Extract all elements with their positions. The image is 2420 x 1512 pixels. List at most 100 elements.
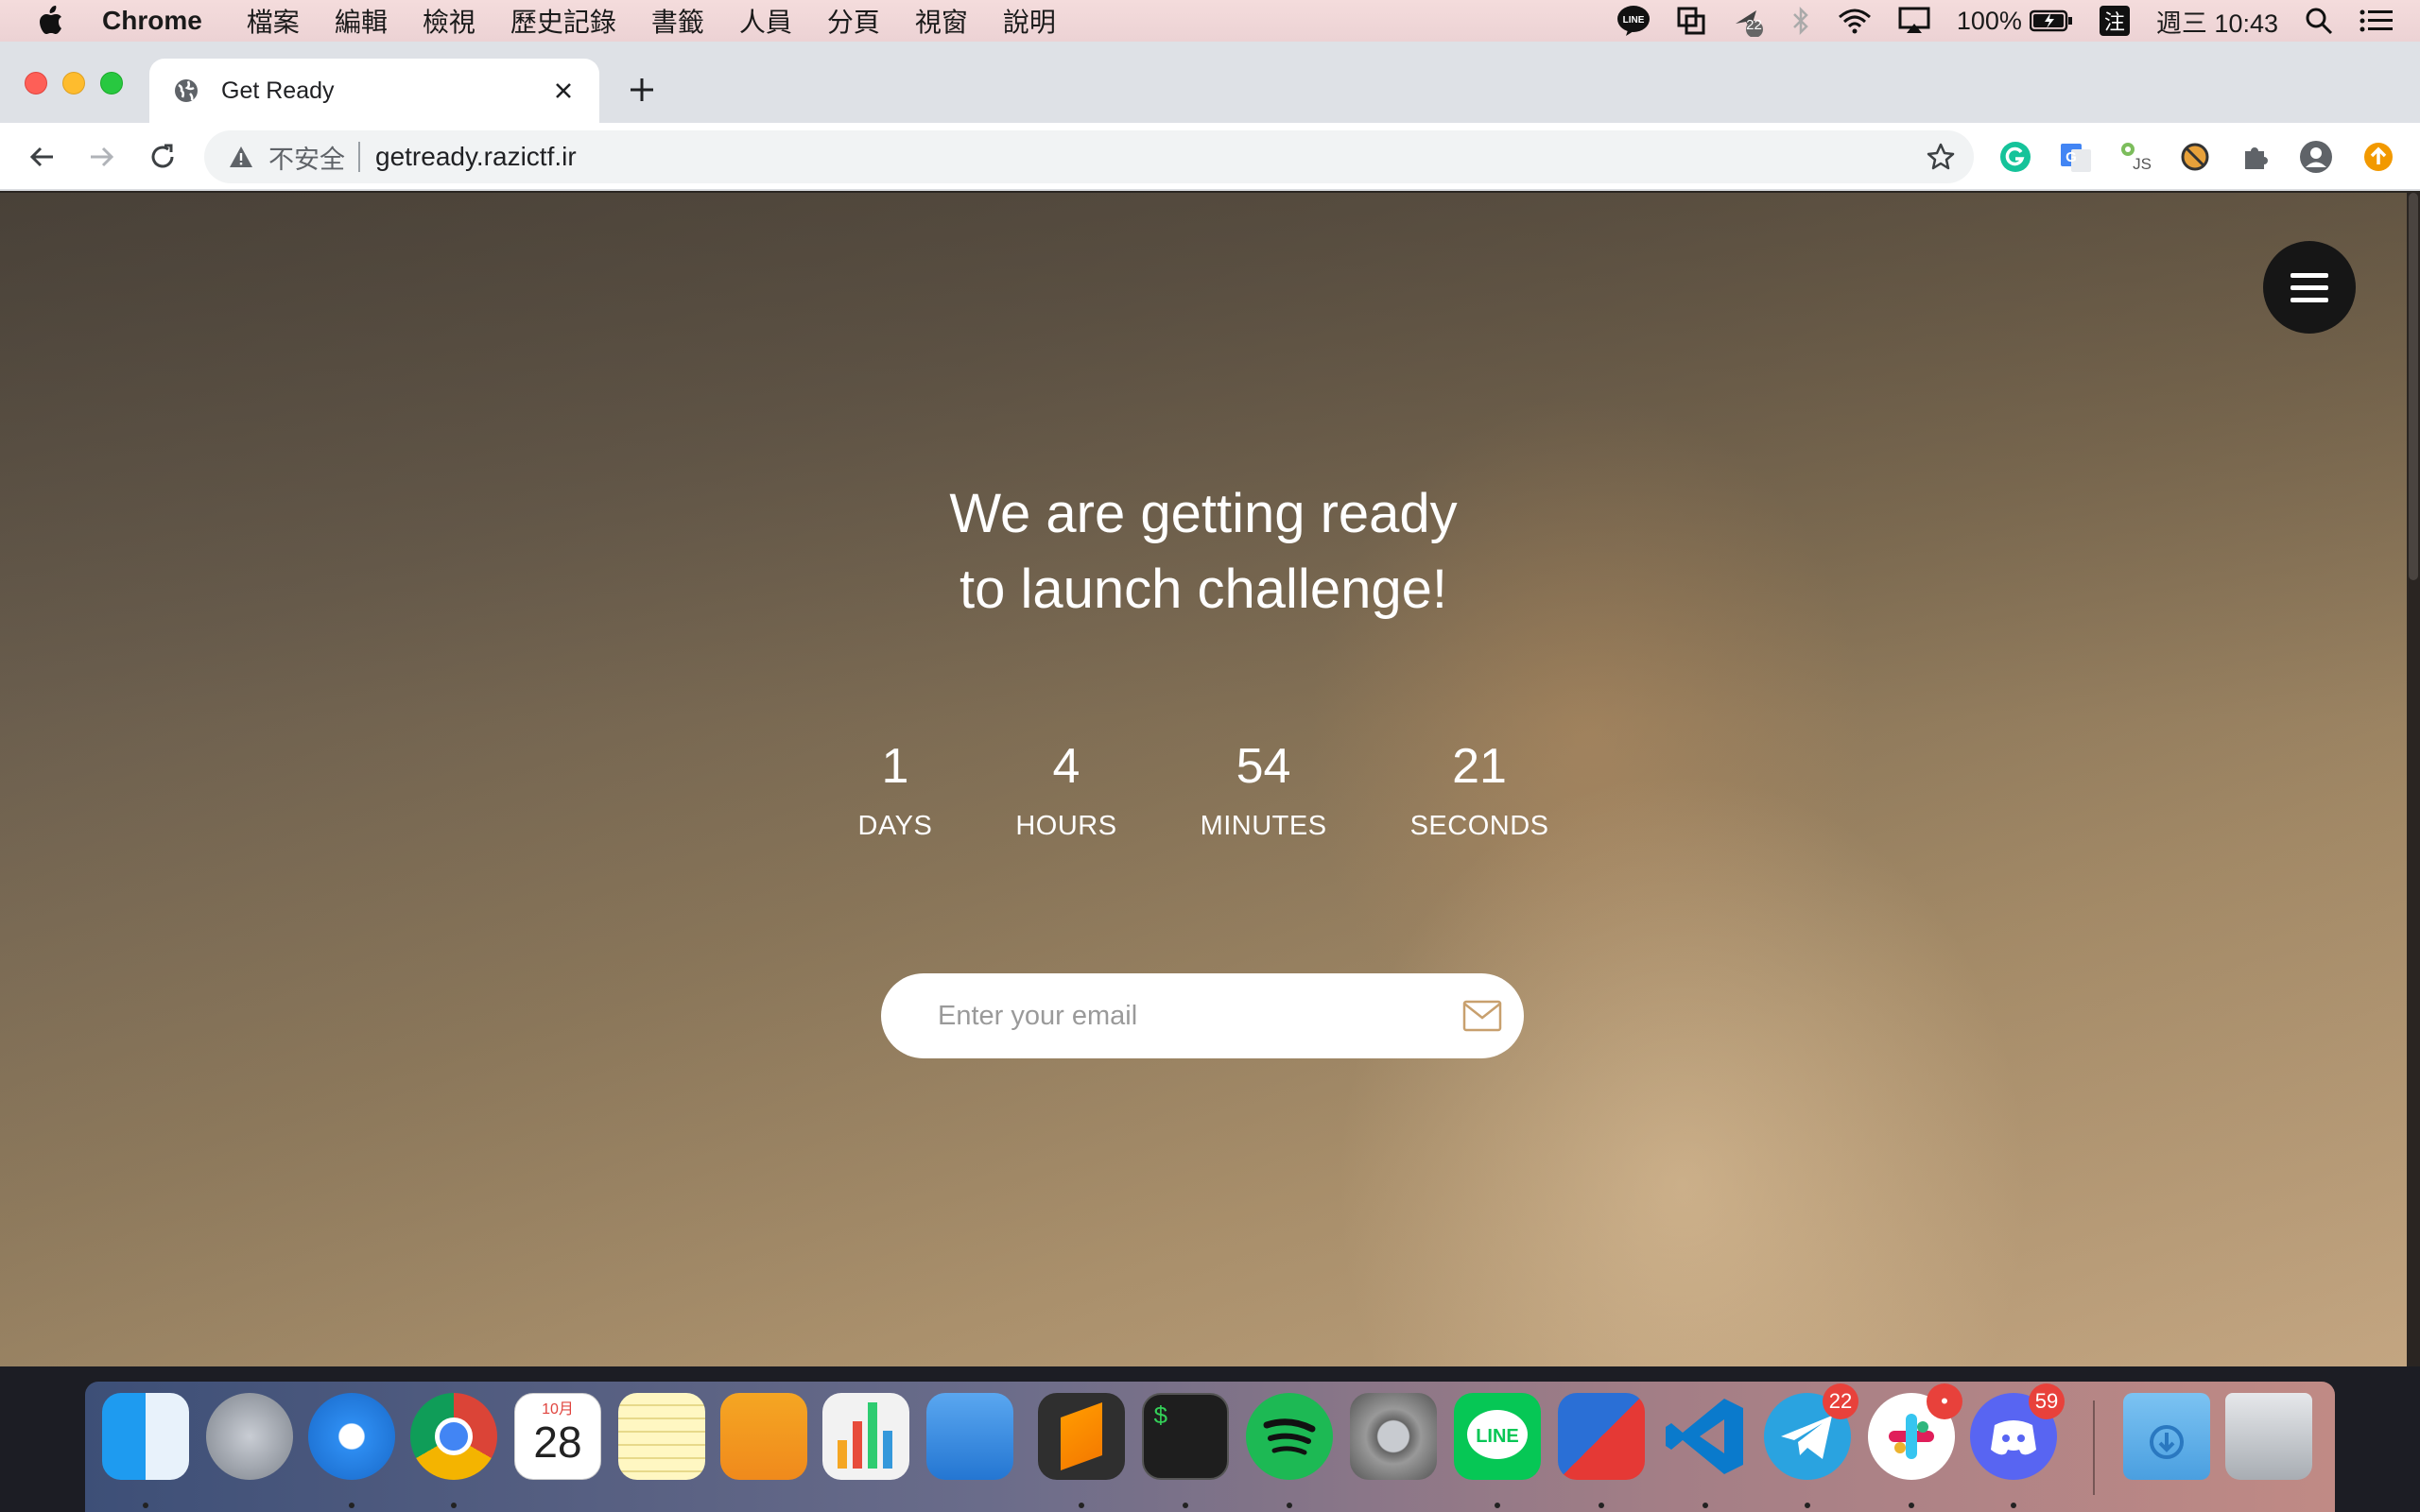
- notes-icon[interactable]: [618, 1393, 705, 1480]
- envelope-submit-icon[interactable]: [1461, 996, 1503, 1036]
- page-headline: We are getting ready to launch challenge…: [0, 476, 2407, 627]
- spotlight-search-icon[interactable]: [2305, 7, 2333, 35]
- tab-get-ready[interactable]: Get Ready: [149, 59, 599, 123]
- svg-text:JS: JS: [2133, 155, 2152, 173]
- screen-share-icon[interactable]: [1677, 7, 1705, 35]
- slack-icon[interactable]: •: [1868, 1383, 1962, 1480]
- wifi-icon[interactable]: [1838, 8, 1872, 34]
- keynote-icon[interactable]: [926, 1393, 1013, 1480]
- menu-view[interactable]: 檢視: [423, 2, 475, 40]
- calendar-month: 10月: [542, 1401, 574, 1418]
- system-preferences-icon[interactable]: [1350, 1393, 1437, 1480]
- countdown-days: 1 DAYS: [858, 733, 933, 842]
- notification-tray-icon[interactable]: 22: [1732, 5, 1764, 37]
- airplay-icon[interactable]: [1898, 7, 1930, 35]
- vmware-icon[interactable]: [1558, 1393, 1645, 1480]
- js-toggle-extension-icon[interactable]: JS: [2118, 138, 2155, 176]
- menu-app-name[interactable]: Chrome: [102, 6, 202, 36]
- email-input[interactable]: [936, 999, 1427, 1033]
- countdown-seconds-label: SECONDS: [1409, 811, 1549, 841]
- dock: 10月 28 $ LINE 22 • 59: [85, 1382, 2335, 1512]
- menu-file[interactable]: 檔案: [247, 2, 300, 40]
- globe-icon: [172, 77, 200, 105]
- discord-running-dot: [2011, 1503, 2016, 1508]
- chrome-icon[interactable]: [410, 1393, 497, 1480]
- discord-icon[interactable]: 59: [1970, 1383, 2065, 1480]
- vmware-running-dot: [1599, 1503, 1604, 1508]
- address-bar[interactable]: 不安全 getready.razictf.ir: [204, 130, 1974, 183]
- menu-people[interactable]: 人員: [739, 2, 792, 40]
- menu-help[interactable]: 說明: [1003, 2, 1056, 40]
- dock-separator: [2093, 1400, 2095, 1495]
- bookmark-star-icon[interactable]: [1925, 141, 1957, 173]
- menubar-clock[interactable]: 週三 10:43: [2156, 3, 2278, 40]
- window-close-button[interactable]: [25, 72, 47, 94]
- headline-line-1: We are getting ready: [949, 483, 1458, 544]
- url-text[interactable]: getready.razictf.ir: [375, 142, 577, 172]
- subscribe-form: [881, 973, 1524, 1058]
- downloads-folder-icon[interactable]: [2123, 1393, 2210, 1480]
- forward-button[interactable]: [83, 138, 121, 176]
- scrollbar-thumb[interactable]: [2409, 193, 2418, 580]
- desktop-strip: 10月 28 $ LINE 22 • 59: [0, 1366, 2420, 1512]
- countdown-minutes: 54 MINUTES: [1201, 733, 1327, 842]
- hamburger-line: [2290, 284, 2328, 290]
- countdown-minutes-label: MINUTES: [1200, 811, 1327, 841]
- window-zoom-button[interactable]: [100, 72, 123, 94]
- terminal-icon[interactable]: $: [1142, 1393, 1229, 1480]
- sublime-text-icon[interactable]: [1038, 1393, 1125, 1480]
- security-label[interactable]: 不安全: [268, 139, 345, 176]
- countdown-hours: 4 HOURS: [1015, 733, 1116, 842]
- bluetooth-icon[interactable]: [1790, 6, 1811, 36]
- slack-running-dot: [1909, 1503, 1914, 1508]
- spotify-icon[interactable]: [1246, 1393, 1333, 1480]
- svg-text:G: G: [2066, 149, 2077, 165]
- reload-button[interactable]: [144, 138, 182, 176]
- landing-page: We are getting ready to launch challenge…: [0, 193, 2407, 1366]
- countdown-seconds: 21 SECONDS: [1410, 733, 1549, 842]
- calendar-day: 28: [533, 1418, 582, 1467]
- update-chrome-icon[interactable]: [2360, 138, 2397, 176]
- battery-percent: 100%: [1956, 6, 2022, 35]
- countdown-timer: 1 DAYS 4 HOURS 54 MINUTES 21 SECONDS: [0, 733, 2407, 842]
- menu-tab[interactable]: 分頁: [827, 2, 880, 40]
- numbers-icon[interactable]: [822, 1393, 909, 1480]
- menu-bookmarks[interactable]: 書籤: [651, 2, 704, 40]
- new-tab-button[interactable]: [622, 70, 662, 110]
- google-translate-extension-icon[interactable]: G: [2057, 138, 2095, 176]
- menu-window[interactable]: 視窗: [915, 2, 968, 40]
- battery-icon[interactable]: [2029, 9, 2073, 32]
- calendar-icon[interactable]: 10月 28: [514, 1393, 601, 1480]
- pages-icon[interactable]: [720, 1393, 807, 1480]
- finder-icon[interactable]: [102, 1393, 189, 1480]
- telegram-icon[interactable]: 22: [1764, 1383, 1858, 1480]
- safari-icon[interactable]: [308, 1393, 395, 1480]
- back-button[interactable]: [23, 138, 60, 176]
- window-minimize-button[interactable]: [62, 72, 85, 94]
- hamburger-line: [2290, 272, 2328, 278]
- not-secure-warning-icon[interactable]: [227, 143, 255, 171]
- countdown-days-value: 1: [881, 739, 909, 794]
- launchpad-icon[interactable]: [206, 1393, 293, 1480]
- headline-line-2: to launch challenge!: [959, 558, 1447, 620]
- grammarly-extension-icon[interactable]: [1996, 138, 2034, 176]
- line-app-icon[interactable]: LINE: [1454, 1393, 1541, 1480]
- trash-icon[interactable]: [2225, 1393, 2312, 1480]
- countdown-minutes-value: 54: [1236, 739, 1291, 794]
- extensions-puzzle-icon[interactable]: [2237, 138, 2274, 176]
- page-scrollbar[interactable]: [2407, 193, 2420, 1366]
- notification-center-icon[interactable]: [2360, 9, 2394, 33]
- menu-edit[interactable]: 編輯: [335, 2, 388, 40]
- blocked-extension-icon[interactable]: [2176, 138, 2214, 176]
- vscode-icon[interactable]: [1662, 1393, 1749, 1480]
- tab-close-icon[interactable]: [544, 72, 582, 110]
- input-method-indicator[interactable]: 注: [2099, 6, 2130, 36]
- apple-icon[interactable]: [38, 5, 66, 37]
- svg-text:LINE: LINE: [1622, 15, 1644, 26]
- line-tray-icon[interactable]: LINE: [1616, 5, 1651, 37]
- menu-history[interactable]: 歷史記錄: [510, 2, 616, 40]
- profile-avatar-icon[interactable]: [2297, 138, 2335, 176]
- hamburger-menu-button[interactable]: [2263, 241, 2356, 334]
- countdown-seconds-value: 21: [1452, 739, 1507, 794]
- vscode-running-dot: [1703, 1503, 1708, 1508]
